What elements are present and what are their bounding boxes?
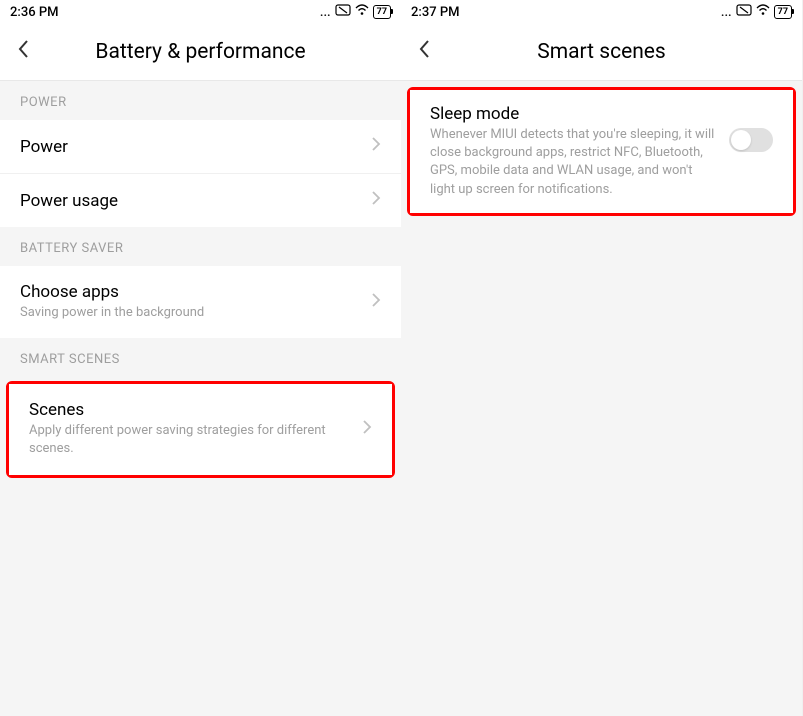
chevron-right-icon xyxy=(371,292,381,313)
list-item-subtitle: Whenever MIUI detects that you're sleepi… xyxy=(430,126,717,199)
battery-icon: 77 xyxy=(373,5,391,19)
status-dots-icon: ... xyxy=(320,5,331,20)
status-dots-icon: ... xyxy=(721,5,732,20)
no-sim-icon xyxy=(335,4,351,20)
status-time: 2:36 PM xyxy=(10,5,59,20)
section-header-smart-scenes: SMART SCENES xyxy=(0,338,401,377)
status-indicators: ... 77 xyxy=(320,4,391,20)
chevron-right-icon xyxy=(371,136,381,157)
settings-content: POWER Power Power usage BATTERY SAVER xyxy=(0,81,401,716)
chevron-right-icon xyxy=(362,419,372,440)
list-item-title: Choose apps xyxy=(20,282,363,302)
highlight-annotation: Sleep mode Whenever MIUI detects that yo… xyxy=(407,87,796,216)
section-header-power: POWER xyxy=(0,81,401,120)
back-button[interactable] xyxy=(417,38,431,66)
toggle-knob xyxy=(731,130,751,150)
list-item-title: Power xyxy=(20,137,363,157)
wifi-icon xyxy=(355,4,369,20)
list-item-subtitle: Saving power in the background xyxy=(20,304,363,322)
status-bar: 2:37 PM ... 77 xyxy=(401,0,802,24)
battery-icon: 77 xyxy=(774,5,792,19)
page-title: Battery & performance xyxy=(16,40,385,64)
list-item-subtitle: Apply different power saving strategies … xyxy=(29,422,354,458)
list-item-scenes[interactable]: Scenes Apply different power saving stra… xyxy=(9,384,392,474)
header: Smart scenes xyxy=(401,24,802,80)
chevron-right-icon xyxy=(371,190,381,211)
list-item-power[interactable]: Power xyxy=(0,120,401,174)
screen-smart-scenes: 2:37 PM ... 77 Smart scenes Sleep mode W… xyxy=(401,0,802,716)
list-item-title: Sleep mode xyxy=(430,104,717,124)
status-indicators: ... 77 xyxy=(721,4,792,20)
list-item-title: Scenes xyxy=(29,400,354,420)
status-bar: 2:36 PM ... 77 xyxy=(0,0,401,24)
highlight-annotation: Scenes Apply different power saving stra… xyxy=(6,381,395,477)
wifi-icon xyxy=(756,4,770,20)
page-title: Smart scenes xyxy=(417,40,786,64)
no-sim-icon xyxy=(736,4,752,20)
sleep-mode-toggle[interactable] xyxy=(729,128,773,152)
settings-content: Sleep mode Whenever MIUI detects that yo… xyxy=(401,81,802,716)
status-time: 2:37 PM xyxy=(411,5,460,20)
list-item-title: Power usage xyxy=(20,191,363,211)
list-item-choose-apps[interactable]: Choose apps Saving power in the backgrou… xyxy=(0,266,401,338)
list-item-power-usage[interactable]: Power usage xyxy=(0,174,401,227)
back-button[interactable] xyxy=(16,38,30,66)
screen-battery-performance: 2:36 PM ... 77 Battery & performance POW… xyxy=(0,0,401,716)
header: Battery & performance xyxy=(0,24,401,80)
section-header-battery-saver: BATTERY SAVER xyxy=(0,227,401,266)
list-item-sleep-mode[interactable]: Sleep mode Whenever MIUI detects that yo… xyxy=(410,90,793,213)
